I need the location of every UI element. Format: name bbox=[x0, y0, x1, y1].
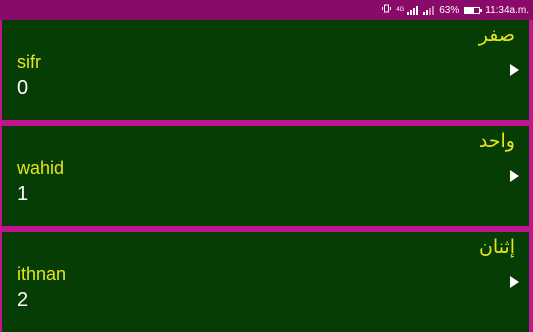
list-item[interactable]: إثنان ithnan 2 bbox=[2, 232, 529, 332]
transliteration: sifr bbox=[17, 52, 41, 72]
arabic-word: صفر bbox=[478, 24, 515, 46]
vibrate-icon bbox=[382, 4, 392, 16]
list-item[interactable]: صفر sifr 0 bbox=[2, 20, 529, 120]
arabic-word: إثنان bbox=[478, 236, 515, 258]
list-item[interactable]: واحد wahid 1 bbox=[2, 126, 529, 226]
number-digit: 1 bbox=[17, 183, 29, 205]
status-bar: 4G 63% 11:34a.m. bbox=[0, 0, 533, 20]
arabic-word: واحد bbox=[478, 130, 515, 152]
signal-icon bbox=[423, 5, 435, 15]
clock: 11:34a.m. bbox=[485, 4, 529, 16]
play-icon[interactable] bbox=[510, 276, 519, 288]
signal-icon bbox=[407, 5, 419, 15]
status-icons: 4G 63% 11:34a.m. bbox=[382, 4, 529, 16]
play-icon[interactable] bbox=[510, 64, 519, 76]
number-digit: 0 bbox=[17, 77, 29, 99]
network-4g-icon: 4G bbox=[396, 7, 405, 13]
play-icon[interactable] bbox=[510, 170, 519, 182]
battery-fill bbox=[465, 7, 475, 13]
number-digit: 2 bbox=[17, 289, 29, 311]
battery-percent: 63% bbox=[439, 4, 460, 16]
transliteration: ithnan bbox=[17, 264, 67, 284]
battery-icon bbox=[464, 6, 483, 14]
transliteration: wahid bbox=[17, 158, 65, 178]
